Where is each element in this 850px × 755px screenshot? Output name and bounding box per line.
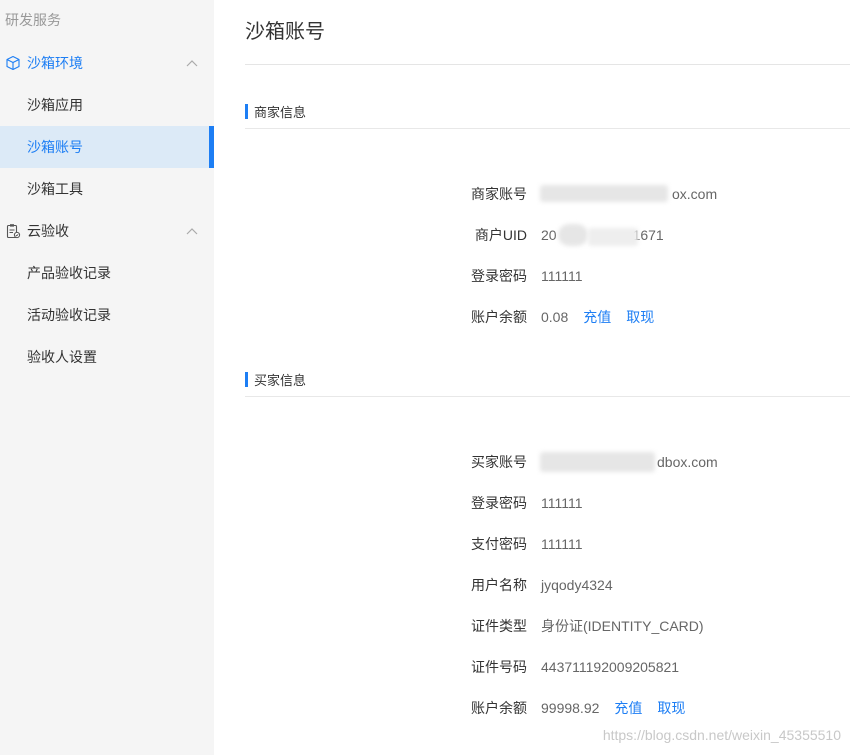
sidebar-item-acceptor-settings[interactable]: 验收人设置 bbox=[0, 336, 214, 378]
buyer-balance-value: 99998.92 bbox=[541, 700, 600, 716]
buyer-balance-row: 账户余额 99998.92 充值 取现 bbox=[460, 698, 685, 718]
sidebar-group-cloud-acceptance[interactable]: 云验收 bbox=[0, 210, 214, 252]
field-label: 登录密码 bbox=[471, 495, 527, 511]
sidebar-item-sandbox-app[interactable]: 沙箱应用 bbox=[0, 84, 214, 126]
section-heading-text: 买家信息 bbox=[254, 372, 307, 388]
field-label: 账户余额 bbox=[471, 700, 527, 716]
buyer-username-value: jyqody4324 bbox=[541, 577, 613, 593]
redaction-blur bbox=[540, 452, 655, 472]
merchant-section-heading: 商家信息 bbox=[245, 103, 307, 120]
buyer-withdraw-link[interactable]: 取现 bbox=[657, 698, 685, 718]
field-label: 用户名称 bbox=[471, 577, 527, 593]
buyer-username-row: 用户名称 jyqody4324 bbox=[460, 575, 613, 595]
section-heading-text: 商家信息 bbox=[254, 104, 307, 120]
page-title: 沙箱账号 bbox=[245, 21, 325, 43]
field-label: 支付密码 bbox=[471, 536, 527, 552]
buyer-idtype-row: 证件类型 身份证(IDENTITY_CARD) bbox=[460, 616, 704, 636]
section-marker bbox=[245, 103, 248, 119]
field-label: 证件类型 bbox=[471, 618, 527, 634]
chevron-up-icon[interactable] bbox=[186, 59, 198, 67]
sidebar: 研发服务 沙箱环境 沙箱应用 沙箱账号 沙箱工具 云验收 产品验收记录 活动验收… bbox=[0, 0, 214, 755]
clipboard-check-icon bbox=[5, 223, 21, 239]
divider bbox=[245, 64, 850, 65]
merchant-password-value: 111111 bbox=[541, 268, 583, 284]
buyer-idnum-row: 证件号码 443711192009205821 bbox=[460, 657, 679, 677]
buyer-idnum-value: 443711192009205821 bbox=[541, 659, 680, 675]
field-label: 账户余额 bbox=[471, 309, 527, 325]
merchant-uid-prefix: 20 bbox=[541, 227, 557, 243]
buyer-idtype-value: 身份证(IDENTITY_CARD) bbox=[541, 618, 704, 634]
merchant-recharge-link[interactable]: 充值 bbox=[583, 307, 611, 327]
merchant-account-value: ox.com bbox=[672, 186, 718, 202]
chevron-up-icon[interactable] bbox=[186, 227, 198, 235]
redaction-blur bbox=[588, 228, 638, 246]
sidebar-group-sandbox[interactable]: 沙箱环境 bbox=[0, 42, 214, 84]
buyer-password-row: 登录密码 111111 bbox=[460, 493, 583, 513]
sidebar-item-product-acceptance[interactable]: 产品验收记录 bbox=[0, 252, 214, 294]
buyer-account-value: dbox.com bbox=[657, 454, 718, 470]
field-label: 登录密码 bbox=[471, 268, 527, 284]
merchant-balance-row: 账户余额 0.08 充值 取现 bbox=[460, 307, 654, 327]
divider bbox=[245, 396, 850, 397]
merchant-balance-value: 0.08 bbox=[541, 309, 569, 325]
merchant-withdraw-link[interactable]: 取现 bbox=[626, 307, 654, 327]
sidebar-section-label: 研发服务 bbox=[5, 12, 61, 28]
buyer-paypass-value: 111111 bbox=[541, 536, 583, 552]
sidebar-group-label: 云验收 bbox=[27, 223, 69, 239]
redaction-blur bbox=[540, 185, 668, 202]
watermark: https://blog.csdn.net/weixin_45355510 bbox=[602, 727, 841, 743]
sidebar-group-label: 沙箱环境 bbox=[27, 55, 83, 71]
buyer-password-value: 111111 bbox=[541, 495, 583, 511]
sidebar-item-sandbox-account[interactable]: 沙箱账号 bbox=[0, 126, 214, 168]
sidebar-item-activity-acceptance[interactable]: 活动验收记录 bbox=[0, 294, 214, 336]
cube-icon bbox=[5, 55, 21, 71]
buyer-paypass-row: 支付密码 111111 bbox=[460, 534, 583, 554]
sidebar-item-sandbox-tools[interactable]: 沙箱工具 bbox=[0, 168, 214, 210]
field-label: 商户UID bbox=[474, 227, 527, 243]
merchant-password-row: 登录密码 111111 bbox=[460, 266, 583, 286]
divider bbox=[245, 128, 850, 129]
field-label: 买家账号 bbox=[471, 454, 527, 470]
buyer-section-heading: 买家信息 bbox=[245, 371, 307, 388]
section-marker bbox=[245, 371, 248, 387]
buyer-recharge-link[interactable]: 充值 bbox=[614, 698, 642, 718]
field-label: 证件号码 bbox=[471, 659, 527, 675]
field-label: 商家账号 bbox=[471, 186, 527, 202]
redaction-blur bbox=[558, 224, 588, 246]
